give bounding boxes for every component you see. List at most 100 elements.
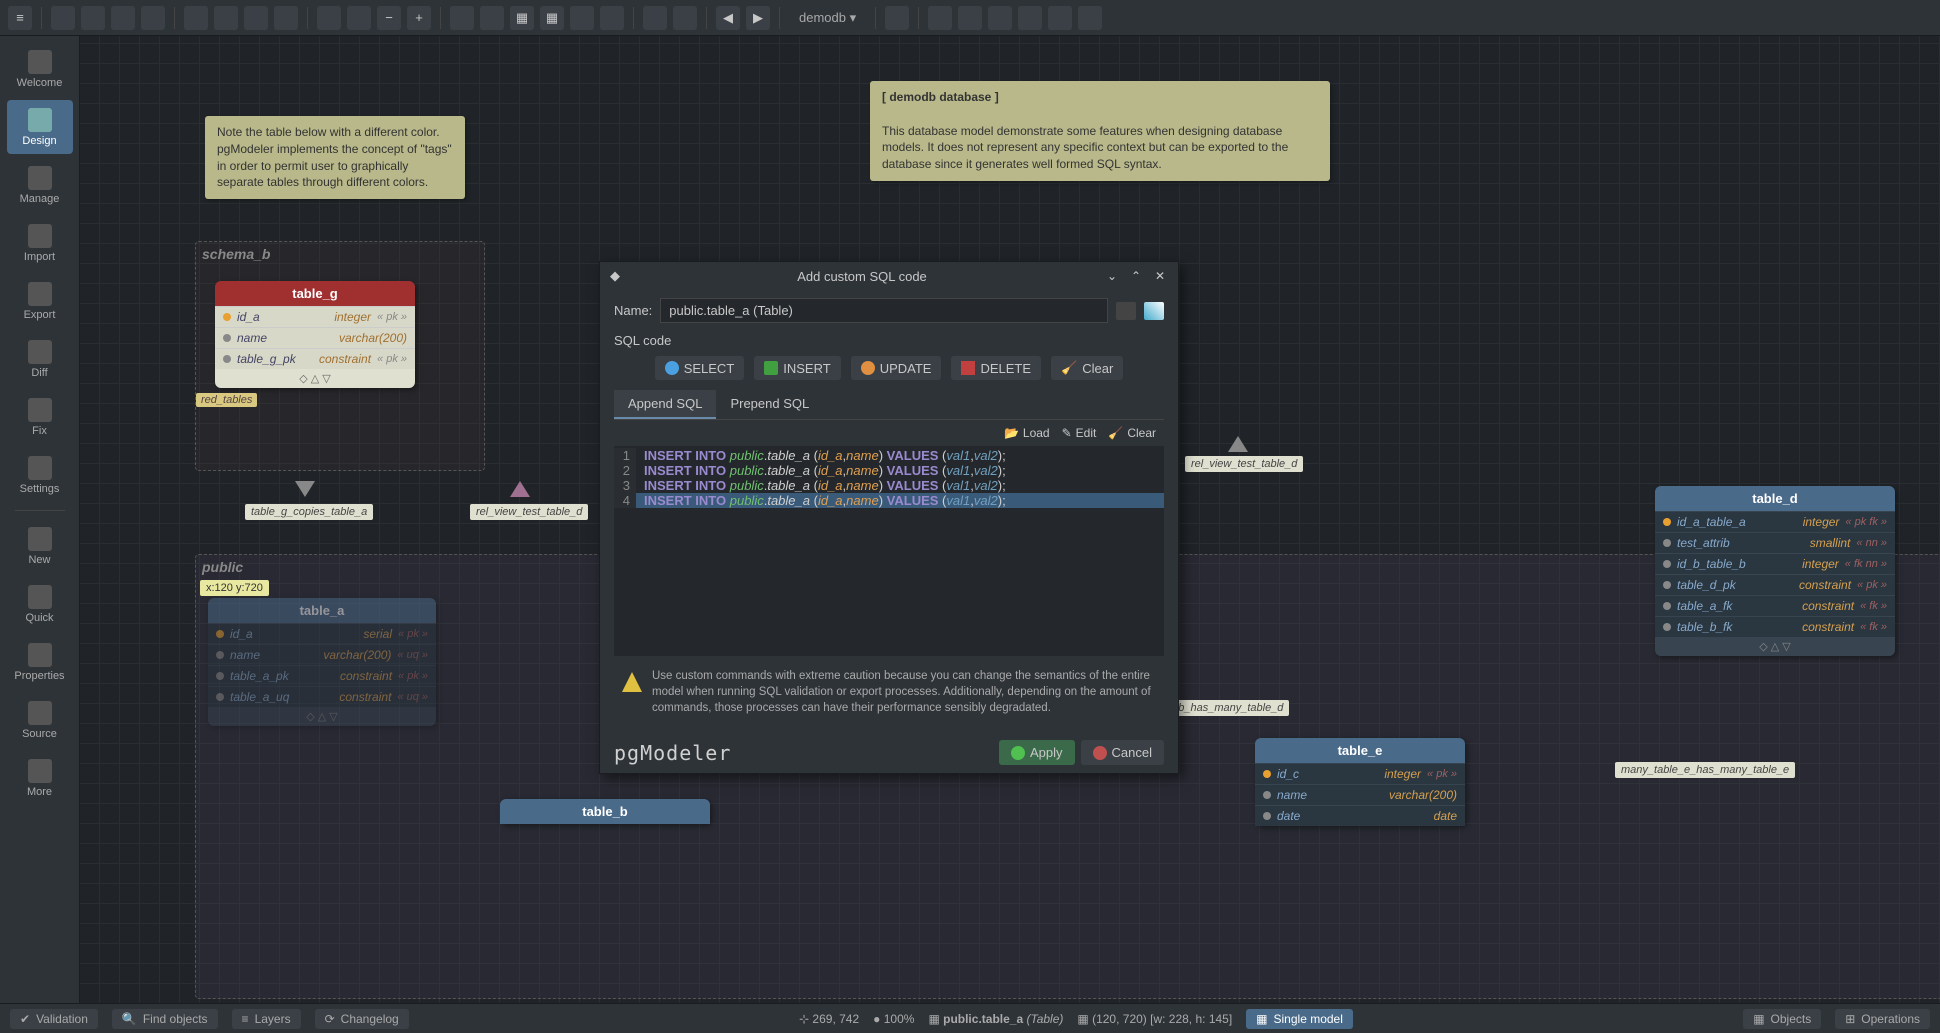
coord-tooltip: x:120 y:720 [200, 580, 269, 596]
tb-icon[interactable] [480, 6, 504, 30]
public-label: public [202, 559, 243, 575]
minimize-icon[interactable]: ⌄ [1104, 268, 1120, 284]
code-clear-button[interactable]: 🧹 Clear [1108, 426, 1156, 440]
delete-button[interactable]: DELETE [951, 356, 1041, 380]
import-icon [28, 224, 52, 248]
tb-icon[interactable] [317, 6, 341, 30]
warning-icon [622, 672, 642, 692]
sidebar-item-export[interactable]: Export [7, 274, 73, 328]
cancel-icon [1093, 746, 1107, 760]
next-icon[interactable]: ▶ [746, 6, 770, 30]
tb-icon[interactable] [958, 6, 982, 30]
code-edit-button[interactable]: ✎ Edit [1062, 426, 1097, 440]
tb-icon[interactable] [274, 6, 298, 30]
table-e[interactable]: table_e id_cinteger« pk » namevarchar(20… [1255, 738, 1465, 826]
name-input[interactable] [660, 298, 1108, 323]
table-d-header: table_d [1655, 486, 1895, 511]
prev-icon[interactable]: ◀ [716, 6, 740, 30]
sidebar-item-design[interactable]: Design [7, 100, 73, 154]
sidebar-item-properties[interactable]: Properties [7, 635, 73, 689]
tb-icon[interactable] [184, 6, 208, 30]
status-layers[interactable]: ≡ Layers [232, 1009, 301, 1029]
status-coords: ⊹ 269, 742 [799, 1012, 859, 1026]
tb-icon[interactable] [600, 6, 624, 30]
diff-icon [28, 340, 52, 364]
status-objects-panel[interactable]: ▦ Objects [1743, 1009, 1821, 1029]
tb-icon[interactable] [673, 6, 697, 30]
sidebar-item-fix[interactable]: Fix [7, 390, 73, 444]
apply-button[interactable]: Apply [999, 740, 1075, 765]
dialog-title: Add custom SQL code [628, 269, 1096, 284]
check-icon [1011, 746, 1025, 760]
cancel-button[interactable]: Cancel [1081, 740, 1164, 765]
tb-icon[interactable]: ▦ [540, 6, 564, 30]
quick-icon [28, 585, 52, 609]
tb-icon[interactable] [141, 6, 165, 30]
sidebar-item-settings[interactable]: Settings [7, 448, 73, 502]
dialog-titlebar[interactable]: ◆ Add custom SQL code ⌄ ⌃ ✕ [600, 262, 1178, 290]
grid-icon[interactable]: ▦ [510, 6, 534, 30]
close-icon[interactable]: ✕ [1152, 268, 1168, 284]
update-button[interactable]: UPDATE [851, 356, 942, 380]
insert-button[interactable]: INSERT [754, 356, 840, 380]
tb-icon[interactable] [51, 6, 75, 30]
tab-append-sql[interactable]: Append SQL [614, 390, 716, 419]
status-operations-panel[interactable]: ⊞ Operations [1835, 1009, 1930, 1029]
status-dims: ▦ (120, 720) [w: 228, h: 145] [1077, 1012, 1232, 1026]
tb-icon[interactable] [450, 6, 474, 30]
tb-icon[interactable] [1048, 6, 1072, 30]
sidebar-item-manage[interactable]: Manage [7, 158, 73, 212]
maximize-icon[interactable]: ⌃ [1128, 268, 1144, 284]
sidebar-item-source[interactable]: Source [7, 693, 73, 747]
tb-icon[interactable] [928, 6, 952, 30]
table-d[interactable]: table_d id_a_table_ainteger« pk fk » tes… [1655, 486, 1895, 656]
sidebar-item-new[interactable]: New [7, 519, 73, 573]
manage-icon [28, 166, 52, 190]
tb-icon[interactable] [244, 6, 268, 30]
menu-icon[interactable]: ≡ [8, 6, 32, 30]
table-b-header: table_b [500, 799, 710, 824]
tb-icon[interactable] [81, 6, 105, 30]
warning-text: Use custom commands with extreme caution… [652, 668, 1156, 716]
sidebar-item-welcome[interactable]: Welcome [7, 42, 73, 96]
sidebar-item-quick[interactable]: Quick [7, 577, 73, 631]
table-e-header: table_e [1255, 738, 1465, 763]
rel-label: rel_view_test_table_d [1185, 456, 1303, 472]
sidebar-item-import[interactable]: Import [7, 216, 73, 270]
more-icon [28, 759, 52, 783]
tb-icon[interactable] [1078, 6, 1102, 30]
design-icon [28, 108, 52, 132]
status-find[interactable]: 🔍 Find objects [112, 1009, 218, 1029]
table-a[interactable]: table_a id_aserial« pk » namevarchar(200… [208, 598, 436, 726]
color-icon[interactable] [1144, 302, 1164, 320]
sidebar-item-more[interactable]: More [7, 751, 73, 805]
tb-icon[interactable] [214, 6, 238, 30]
zoom-in-icon[interactable]: + [407, 6, 431, 30]
zoom-out-icon[interactable]: − [377, 6, 401, 30]
db-selector[interactable]: demodb ▾ [789, 7, 866, 29]
code-load-button[interactable]: 📂 Load [1004, 426, 1050, 440]
status-zoom: ● 100% [873, 1012, 914, 1026]
select-button[interactable]: SELECT [655, 356, 745, 380]
status-validation[interactable]: ✔ Validation [10, 1009, 98, 1029]
sql-code-editor[interactable]: 1INSERT INTO public.table_a (id_a,name) … [614, 446, 1164, 656]
tb-icon[interactable] [988, 6, 1012, 30]
status-mode[interactable]: ▦ Single model [1246, 1009, 1353, 1029]
tb-icon[interactable] [111, 6, 135, 30]
tb-icon[interactable] [885, 6, 909, 30]
tb-icon[interactable] [570, 6, 594, 30]
tb-icon[interactable] [1018, 6, 1042, 30]
tb-icon[interactable] [643, 6, 667, 30]
table-b[interactable]: table_b [500, 799, 710, 824]
tab-prepend-sql[interactable]: Prepend SQL [716, 390, 823, 419]
tb-icon[interactable] [347, 6, 371, 30]
clear-name-icon[interactable] [1116, 302, 1136, 320]
triangle-icon [510, 481, 530, 497]
table-a-header: table_a [208, 598, 436, 623]
sidebar-item-diff[interactable]: Diff [7, 332, 73, 386]
triangle-icon [295, 481, 315, 497]
update-icon [861, 361, 875, 375]
table-g[interactable]: table_g id_ainteger« pk » namevarchar(20… [215, 281, 415, 388]
clear-button[interactable]: 🧹Clear [1051, 356, 1123, 380]
status-changelog[interactable]: ⟳ Changelog [315, 1009, 409, 1029]
